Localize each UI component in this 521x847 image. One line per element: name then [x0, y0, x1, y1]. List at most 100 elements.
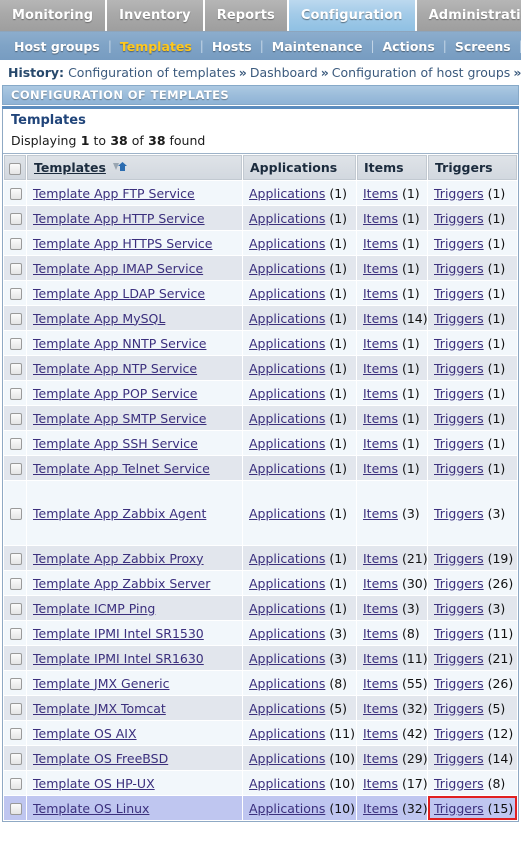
template-name-link[interactable]: Template App NNTP Service: [33, 336, 206, 351]
template-name-link[interactable]: Template OS FreeBSD: [33, 751, 168, 766]
triggers-link[interactable]: Triggers: [434, 461, 484, 476]
table-row[interactable]: Template App HTTP Service Applications (1…: [4, 206, 517, 230]
row-select-cell[interactable]: [4, 306, 26, 330]
table-row[interactable]: Template App LDAP Service Applications (1…: [4, 281, 517, 305]
row-checkbox[interactable]: [10, 603, 22, 615]
items-link[interactable]: Items: [363, 361, 398, 376]
applications-link[interactable]: Applications: [249, 751, 325, 766]
table-row[interactable]: Template OS AIX Applications (11) Items (4…: [4, 721, 517, 745]
sub-nav-item-hosts[interactable]: Hosts: [206, 39, 258, 54]
template-name-link[interactable]: Template IPMI Intel SR1530: [33, 626, 204, 641]
triggers-link[interactable]: Triggers: [434, 286, 484, 301]
applications-link[interactable]: Applications: [249, 186, 325, 201]
row-checkbox[interactable]: [10, 803, 22, 815]
sort-link-templates[interactable]: Templates: [34, 160, 106, 175]
table-row[interactable]: Template App FTP Service Applications (1)…: [4, 181, 517, 205]
triggers-link[interactable]: Triggers: [434, 361, 484, 376]
main-nav-item-monitoring[interactable]: Monitoring: [0, 0, 108, 31]
row-checkbox[interactable]: [10, 578, 22, 590]
template-name-link[interactable]: Template App HTTP Service: [33, 211, 205, 226]
triggers-link[interactable]: Triggers: [434, 626, 484, 641]
select-all-checkbox[interactable]: [9, 162, 21, 175]
table-row[interactable]: Template IPMI Intel SR1630 Applications (…: [4, 646, 517, 670]
template-name-link[interactable]: Template App NTP Service: [33, 361, 197, 376]
row-select-cell[interactable]: [4, 696, 26, 720]
row-select-cell[interactable]: [4, 671, 26, 695]
row-checkbox[interactable]: [10, 363, 22, 375]
items-link[interactable]: Items: [363, 776, 398, 791]
triggers-link[interactable]: Triggers: [434, 311, 484, 326]
row-select-cell[interactable]: [4, 356, 26, 380]
items-link[interactable]: Items: [363, 801, 398, 816]
items-link[interactable]: Items: [363, 261, 398, 276]
items-link[interactable]: Items: [363, 311, 398, 326]
triggers-link[interactable]: Triggers: [434, 436, 484, 451]
template-name-link[interactable]: Template App LDAP Service: [33, 286, 205, 301]
applications-link[interactable]: Applications: [249, 776, 325, 791]
table-row[interactable]: Template App Zabbix Proxy Applications (1…: [4, 546, 517, 570]
table-row[interactable]: Template JMX Tomcat Applications (5) Items…: [4, 696, 517, 720]
applications-link[interactable]: Applications: [249, 506, 325, 521]
row-select-cell[interactable]: [4, 206, 26, 230]
triggers-link[interactable]: Triggers: [434, 651, 484, 666]
row-checkbox[interactable]: [10, 238, 22, 250]
table-row[interactable]: Template OS Linux Applications (10) Items …: [4, 796, 517, 820]
template-name-link[interactable]: Template OS HP-UX: [33, 776, 155, 791]
row-checkbox[interactable]: [10, 438, 22, 450]
template-name-link[interactable]: Template JMX Generic: [33, 676, 170, 691]
items-link[interactable]: Items: [363, 211, 398, 226]
row-select-cell[interactable]: [4, 546, 26, 570]
row-select-cell[interactable]: [4, 456, 26, 480]
applications-link[interactable]: Applications: [249, 626, 325, 641]
sub-nav-item-templates[interactable]: Templates: [114, 39, 198, 54]
applications-link[interactable]: Applications: [249, 336, 325, 351]
items-link[interactable]: Items: [363, 701, 398, 716]
triggers-link[interactable]: Triggers: [434, 186, 484, 201]
table-row[interactable]: Template App Zabbix Server Applications (…: [4, 571, 517, 595]
applications-link[interactable]: Applications: [249, 286, 325, 301]
table-row[interactable]: Template App SMTP Service Applications (1…: [4, 406, 517, 430]
items-link[interactable]: Items: [363, 601, 398, 616]
select-all-header[interactable]: [4, 155, 26, 180]
column-header-items[interactable]: Items: [357, 155, 427, 180]
triggers-link[interactable]: Triggers: [434, 236, 484, 251]
applications-link[interactable]: Applications: [249, 411, 325, 426]
row-select-cell[interactable]: [4, 796, 26, 820]
items-link[interactable]: Items: [363, 386, 398, 401]
main-nav-item-inventory[interactable]: Inventory: [107, 0, 205, 31]
row-checkbox[interactable]: [10, 728, 22, 740]
row-select-cell[interactable]: [4, 381, 26, 405]
applications-link[interactable]: Applications: [249, 436, 325, 451]
applications-link[interactable]: Applications: [249, 651, 325, 666]
sub-nav-item-screens[interactable]: Screens: [449, 39, 517, 54]
row-checkbox[interactable]: [10, 313, 22, 325]
template-name-link[interactable]: Template App Telnet Service: [33, 461, 210, 476]
row-select-cell[interactable]: [4, 596, 26, 620]
table-row[interactable]: Template JMX Generic Applications (8) Item…: [4, 671, 517, 695]
column-header-triggers[interactable]: Triggers: [428, 155, 517, 180]
triggers-link[interactable]: Triggers: [434, 676, 484, 691]
triggers-link[interactable]: Triggers: [434, 776, 484, 791]
row-checkbox[interactable]: [10, 413, 22, 425]
table-row[interactable]: Template App NTP Service Applications (1)…: [4, 356, 517, 380]
applications-link[interactable]: Applications: [249, 211, 325, 226]
table-row[interactable]: Template App IMAP Service Applications (1…: [4, 256, 517, 280]
row-checkbox[interactable]: [10, 653, 22, 665]
breadcrumb-item[interactable]: Dashboard: [250, 65, 318, 80]
row-checkbox[interactable]: [10, 703, 22, 715]
main-nav-item-configuration[interactable]: Configuration: [288, 0, 417, 31]
row-checkbox[interactable]: [10, 213, 22, 225]
triggers-link[interactable]: Triggers: [434, 601, 484, 616]
row-select-cell[interactable]: [4, 721, 26, 745]
row-select-cell[interactable]: [4, 181, 26, 205]
row-select-cell[interactable]: [4, 406, 26, 430]
template-name-link[interactable]: Template JMX Tomcat: [33, 701, 166, 716]
items-link[interactable]: Items: [363, 286, 398, 301]
template-name-link[interactable]: Template App MySQL: [33, 311, 165, 326]
triggers-link[interactable]: Triggers: [434, 801, 484, 816]
applications-link[interactable]: Applications: [249, 676, 325, 691]
items-link[interactable]: Items: [363, 651, 398, 666]
row-checkbox[interactable]: [10, 678, 22, 690]
breadcrumb-item[interactable]: Configuration of host groups: [332, 65, 511, 80]
applications-link[interactable]: Applications: [249, 461, 325, 476]
